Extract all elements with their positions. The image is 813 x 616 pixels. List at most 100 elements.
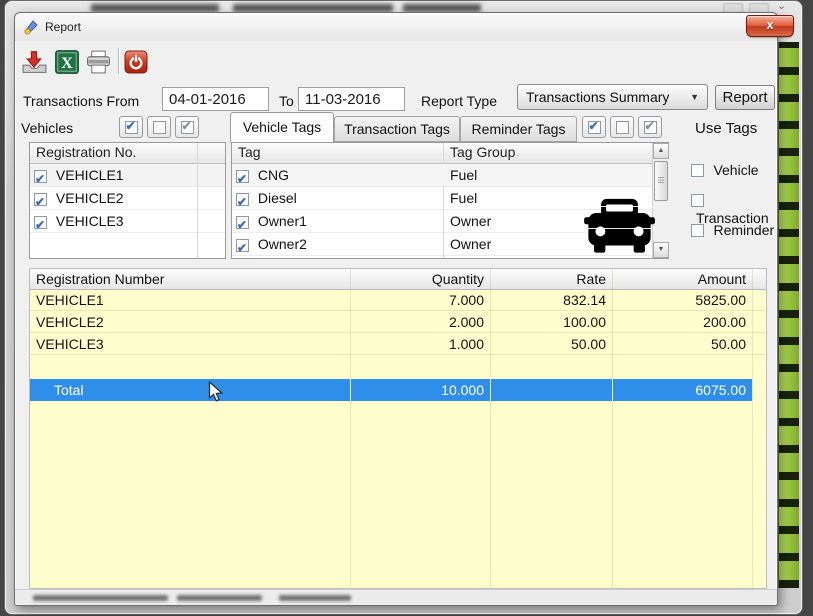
vehicles-clear-all-button[interactable]: [147, 116, 171, 138]
vehicles-list: Registration No. VEHICLE1 VEHICLE2 VEHIC…: [29, 142, 226, 259]
empty-checkbox-icon: [616, 121, 629, 134]
table-row[interactable]: VEHICLE1 7.000 832.14 5825.00: [30, 289, 766, 311]
print-button[interactable]: [84, 47, 114, 76]
checked-checkbox-icon: [588, 121, 601, 134]
transactions-from-label: Transactions From: [23, 93, 139, 109]
vehicle-checkbox[interactable]: [34, 193, 47, 206]
blurred-status-text: [279, 595, 351, 601]
vehicle-checkbox[interactable]: [34, 170, 47, 183]
report-type-label: Report Type: [421, 93, 497, 109]
checked-checkbox-icon: [125, 121, 138, 134]
tab-vehicle-tags[interactable]: Vehicle Tags: [230, 112, 334, 142]
cell-rate: 100.00: [490, 311, 606, 333]
scroll-up-icon[interactable]: ▲: [653, 143, 669, 159]
report-button[interactable]: Report: [715, 85, 775, 110]
tags-invert-selection-button[interactable]: [638, 116, 662, 138]
tag-group: Owner: [450, 210, 491, 232]
power-icon: [124, 50, 148, 74]
tag-name: Owner2: [258, 236, 307, 252]
tag-checkbox[interactable]: [236, 239, 249, 252]
tag-group: Owner: [450, 233, 491, 255]
table-row[interactable]: VEHICLE2 2.000 100.00 200.00: [30, 311, 766, 333]
cell-quantity: 2.000: [350, 311, 484, 333]
report-dialog: Report X: [14, 12, 778, 606]
tag-checkbox[interactable]: [236, 170, 249, 183]
transaction-tags-checkbox[interactable]: [691, 194, 704, 207]
vehicle-row[interactable]: VEHICLE3: [30, 210, 225, 232]
vehicles-list-header: Registration No.: [30, 143, 225, 164]
cell-amount: 50.00: [612, 333, 746, 355]
column-divider: [197, 143, 198, 258]
vehicle-row[interactable]: VEHICLE1: [30, 164, 225, 186]
vehicle-tags-checkbox[interactable]: [691, 164, 704, 177]
row-divider: [30, 354, 766, 355]
total-label: Total: [54, 379, 84, 401]
total-row[interactable]: Total 10.000 6075.00: [30, 379, 752, 401]
cell-quantity: 7.000: [350, 289, 484, 311]
blurred-status-text: [177, 595, 262, 601]
svg-text:X: X: [61, 54, 73, 72]
vehicle-checkbox[interactable]: [34, 216, 47, 229]
tags-select-all-button[interactable]: [582, 116, 606, 138]
table-row[interactable]: VEHICLE3 1.000 50.00 50.00: [30, 333, 766, 355]
report-results-table: Registration Number Quantity Rate Amount…: [29, 268, 767, 589]
grid-line-overlay: [584, 228, 655, 229]
column-header-registration: Registration Number: [36, 269, 164, 290]
column-divider: [350, 379, 351, 401]
cell-amount: 5825.00: [612, 289, 746, 311]
cell-registration: VEHICLE1: [36, 289, 104, 311]
cell-quantity: 1.000: [350, 333, 484, 355]
use-tags-reminder-option[interactable]: Reminder: [691, 222, 774, 240]
blurred-status-text: [33, 595, 168, 601]
tag-row[interactable]: CNG Fuel: [232, 164, 668, 186]
vehicles-select-all-button[interactable]: [119, 116, 143, 138]
column-header-rate: Rate: [490, 269, 606, 290]
column-divider: [612, 379, 613, 401]
cell-registration: VEHICLE3: [36, 333, 104, 355]
reminder-tags-checkbox[interactable]: [691, 224, 704, 237]
car-icon: [584, 196, 655, 254]
tag-group: Fuel: [450, 187, 477, 209]
scroll-down-icon[interactable]: ▼: [653, 242, 669, 258]
tristate-checkbox-icon: [644, 121, 657, 134]
column-header-quantity: Quantity: [350, 269, 484, 290]
tag-group-column-header: Tag Group: [450, 143, 515, 162]
option-label: Vehicle: [713, 162, 758, 178]
cell-rate: 50.00: [490, 333, 606, 355]
export-excel-button[interactable]: X: [52, 47, 82, 76]
blurred-parent-title: [233, 4, 393, 12]
column-header-amount: Amount: [612, 269, 746, 290]
cell-registration: VEHICLE2: [36, 311, 104, 333]
total-quantity: 10.000: [350, 379, 484, 401]
tag-checkbox[interactable]: [236, 216, 249, 229]
tab-reminder-tags[interactable]: Reminder Tags: [460, 116, 577, 142]
tags-clear-all-button[interactable]: [610, 116, 634, 138]
use-tags-label: Use Tags: [695, 120, 757, 137]
to-label: To: [279, 93, 294, 109]
blurred-parent-title: [403, 4, 481, 12]
date-from-input[interactable]: [162, 87, 269, 111]
exit-button[interactable]: [123, 49, 149, 75]
report-type-select[interactable]: Transactions Summary ▼: [517, 84, 708, 110]
tag-name: Owner1: [258, 213, 307, 229]
tab-transaction-tags[interactable]: Transaction Tags: [334, 116, 460, 142]
grid-line-overlay: [584, 206, 655, 207]
use-tags-vehicle-option[interactable]: Vehicle: [691, 162, 759, 180]
option-label: Reminder: [713, 222, 774, 238]
screen: { "window": { "title": "Report", "close"…: [0, 0, 813, 616]
vehicles-invert-selection-button[interactable]: [175, 116, 199, 138]
empty-checkbox-icon: [153, 121, 166, 134]
vehicle-row[interactable]: VEHICLE2: [30, 187, 225, 209]
vehicles-label: Vehicles: [21, 120, 73, 136]
dialog-titlebar[interactable]: Report: [15, 13, 777, 41]
date-to-input[interactable]: [298, 87, 405, 111]
scrollbar-thumb[interactable]: ☰: [654, 161, 668, 201]
report-type-value: Transactions Summary: [526, 89, 669, 105]
export-report-button[interactable]: [20, 47, 50, 76]
close-button[interactable]: x: [746, 15, 794, 37]
tag-checkbox[interactable]: [236, 193, 249, 206]
row-divider: [30, 232, 225, 233]
vehicle-name: VEHICLE1: [56, 167, 124, 183]
tag-name: Diesel: [258, 190, 297, 206]
cell-amount: 200.00: [612, 311, 746, 333]
